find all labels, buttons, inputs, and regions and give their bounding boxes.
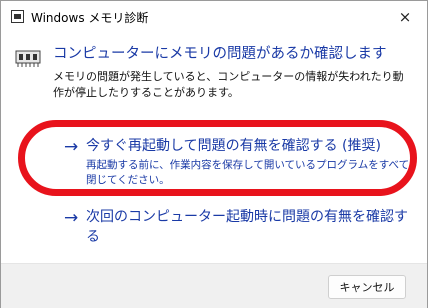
- window-title: Windows メモリ診断: [31, 11, 149, 25]
- memory-diagnostic-app-icon: [11, 10, 24, 23]
- check-next-startup-label[interactable]: 次回のコンピューター起動時に問題の有無を確認する: [86, 207, 416, 247]
- close-button[interactable]: ×: [383, 1, 427, 33]
- memory-chip-icon: [15, 50, 41, 67]
- memory-diagnostic-window: Windows メモリ診断 × コンピューターにメモリの問題があるか確認します …: [0, 0, 428, 308]
- cancel-button[interactable]: キャンセル: [328, 275, 406, 299]
- dialog-heading: コンピューターにメモリの問題があるか確認します: [53, 46, 387, 62]
- close-icon: ×: [398, 8, 412, 26]
- dialog-footer: キャンセル: [1, 263, 427, 308]
- check-next-startup-option[interactable]: → 次回のコンピューター起動時に問題の有無を確認する: [56, 207, 416, 251]
- title-bar: Windows メモリ診断 ×: [1, 1, 427, 33]
- dialog-description: メモリの問題が発生していると、コンピューターの情報が失われたり動作が停止したりす…: [53, 70, 404, 99]
- red-highlight-annotation: [18, 120, 417, 196]
- arrow-right-icon: →: [64, 208, 79, 228]
